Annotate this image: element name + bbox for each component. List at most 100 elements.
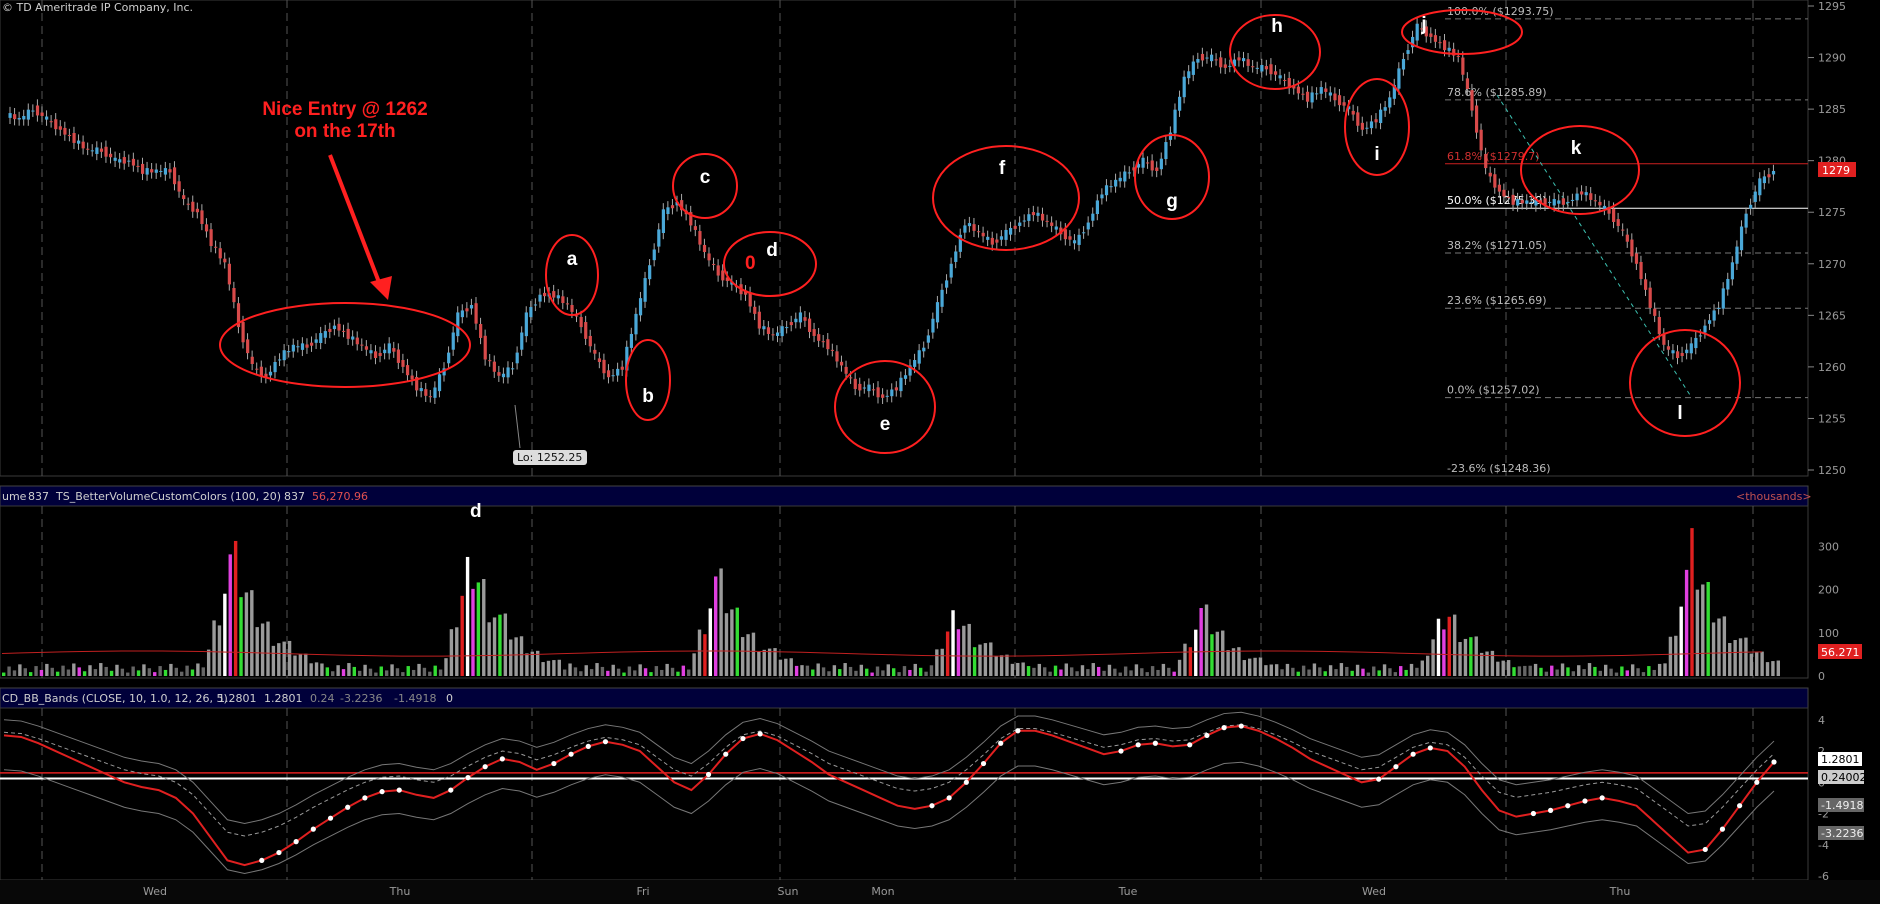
candle-body	[1333, 93, 1337, 101]
candle-body	[1324, 88, 1328, 92]
volume-bar	[1566, 667, 1570, 676]
volume-bar	[735, 607, 739, 676]
osc-tick-label: 4	[1818, 714, 1825, 727]
volume-bar	[1102, 670, 1106, 676]
volume-bar	[352, 666, 356, 676]
candle-body	[1621, 229, 1625, 231]
volume-bar	[1442, 629, 1446, 676]
volume-bar	[589, 669, 594, 676]
candle-body	[803, 317, 807, 321]
candle-body	[1598, 201, 1602, 206]
candle-body	[935, 302, 940, 323]
volume-bar	[1749, 653, 1754, 676]
candle-body	[90, 150, 94, 152]
candle-body	[140, 163, 145, 174]
candle-body	[1159, 158, 1163, 170]
osc-dot	[1530, 810, 1537, 817]
candle-body	[1707, 320, 1712, 324]
candle-body	[360, 344, 364, 346]
candle-body	[520, 332, 524, 350]
volume-bar	[1113, 668, 1117, 676]
candle-body	[300, 343, 305, 350]
osc-dot	[585, 743, 591, 749]
candle-body	[1150, 160, 1154, 171]
volume-bar	[1738, 638, 1743, 676]
volume-bar	[169, 663, 173, 676]
volume-bar	[627, 666, 632, 676]
price-tick-label: 1290	[1818, 52, 1846, 65]
volume-bar	[379, 666, 383, 676]
volume-bar	[1609, 668, 1613, 676]
volume-bar	[1679, 606, 1683, 676]
candle-body	[844, 366, 848, 374]
volume-bar	[1501, 660, 1505, 676]
candle-body	[447, 352, 451, 364]
candle-body	[378, 352, 382, 357]
candle-body	[172, 167, 177, 185]
volume-bar	[865, 668, 869, 676]
candle-body	[109, 153, 113, 158]
volume-bar	[482, 578, 486, 676]
candle-body	[1520, 200, 1524, 204]
osc-dot	[482, 764, 488, 770]
candle-body	[13, 114, 17, 120]
osc-dot	[293, 839, 299, 845]
candle-body	[1100, 194, 1104, 199]
osc-dot	[327, 815, 334, 821]
volume-bar	[1496, 661, 1500, 676]
volume-bar	[1614, 672, 1619, 676]
candle-body	[1356, 112, 1360, 126]
volume-bar	[1350, 670, 1354, 676]
candle-body	[163, 168, 168, 175]
volume-bar	[18, 664, 22, 676]
candle-body	[214, 246, 218, 248]
volume-bar	[1711, 622, 1716, 676]
candle-body	[1516, 199, 1520, 206]
volume-bar	[1555, 669, 1559, 676]
volume-bar	[109, 670, 114, 676]
candle-body	[1251, 66, 1255, 68]
volume-bar	[751, 632, 756, 676]
osc-dot	[1204, 732, 1210, 739]
volume-bar	[1544, 671, 1549, 676]
candle-body	[1328, 92, 1332, 96]
osc-dot	[1737, 803, 1743, 809]
circle-label: i	[1374, 144, 1379, 165]
volume-bar	[438, 669, 443, 676]
osc-dot	[448, 787, 454, 793]
candle-body	[1022, 220, 1026, 222]
candle-body	[278, 359, 282, 361]
candle-body	[40, 112, 44, 116]
volume-bar	[1701, 584, 1705, 676]
candle-body	[940, 289, 944, 307]
volume-bar	[417, 663, 421, 676]
volume-bar	[153, 672, 157, 676]
candle-body	[885, 395, 889, 397]
candle-body	[826, 339, 830, 350]
candle-body	[1735, 246, 1739, 264]
candle-body	[794, 318, 798, 323]
candle-body	[26, 109, 30, 120]
volume-bar	[1684, 569, 1689, 676]
volume-bar	[455, 627, 459, 676]
candle-body	[474, 303, 478, 324]
osc-dot	[980, 760, 987, 767]
candle-body	[515, 352, 519, 364]
osc-dot	[1015, 728, 1021, 734]
volume-bar	[1264, 665, 1268, 676]
candle-body	[666, 207, 670, 215]
candle-body	[346, 328, 350, 339]
volume-bar	[843, 663, 847, 676]
volume-bar	[2, 672, 6, 676]
candle-body	[1479, 129, 1483, 151]
candle-body	[899, 377, 903, 392]
volume-bar	[1248, 658, 1252, 676]
candle-body	[949, 263, 953, 278]
price-tick-label: 1260	[1818, 361, 1846, 374]
candle-body	[1717, 307, 1721, 309]
volume-bar	[1091, 663, 1095, 676]
candle-body	[145, 168, 149, 175]
day-label: Wed	[1362, 885, 1386, 898]
candle-body	[1008, 227, 1013, 235]
osc-dot	[740, 735, 746, 742]
